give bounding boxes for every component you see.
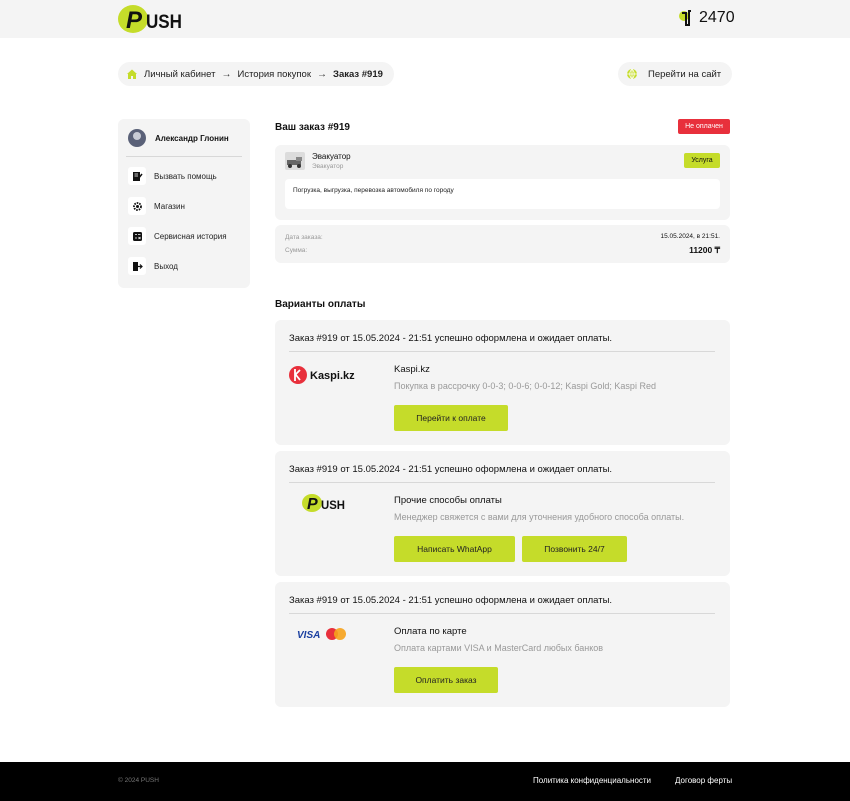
divider [289,482,715,483]
footer: © 2024 PUSH Политика конфиденциальности … [0,762,850,801]
offer-agreement-link[interactable]: Договор ферты [675,776,732,785]
card-logos: VISA [297,626,377,648]
sidebar-item-call-help[interactable]: Вызвать помощь [128,167,217,185]
visa-logo-text: VISA [297,630,320,641]
divider [126,156,242,157]
phone-number-text: 2470 [699,9,735,26]
svg-text:P: P [307,496,318,513]
item-description: Погрузка, выгрузка, перевозка автомобиля… [285,179,720,209]
item-category: Эвакуатор [312,163,344,170]
payment-option-header: Заказ #919 от 15.05.2024 - 21:51 успешно… [289,595,613,606]
order-item-card: Эвакуатор Эвакуатор Услуга Погрузка, выг… [275,145,730,220]
home-icon[interactable] [126,68,138,80]
sidebar-item-logout[interactable]: Выход [128,257,178,275]
sidebar-item-label: Сервисная история [154,231,227,241]
call-button[interactable]: Позвонить 24/7 [522,536,627,562]
sidebar-item-label: Вызвать помощь [154,171,217,181]
sidebar: Александр Глонин Вызвать помощь Магазин … [118,119,250,288]
status-badge: Не оплачен [678,119,730,134]
arrow-right-icon: → [221,68,232,80]
payment-option-name: Прочие способы оплаты [394,495,502,506]
payment-option-description: Менеджер свяжется с вами для уточнения у… [394,512,685,522]
payment-option-card: Заказ #919 от 15.05.2024 - 21:51 успешно… [275,582,730,707]
copyright: © 2024 PUSH [118,777,159,784]
calculator-icon [128,227,146,245]
svg-text:P: P [126,7,143,34]
order-summary: Дата заказа: Сумма: 15.05.2024, в 21:51.… [275,225,730,263]
payment-section-title: Варианты оплаты [275,299,366,310]
svg-text:USH: USH [146,12,182,33]
date-value: 15.05.2024, в 21:51. [660,233,720,240]
kaspi-logo: Kaspi.kz [289,364,369,386]
push-logo: P USH [302,493,382,515]
go-to-site-label: Перейти на сайт [648,68,722,80]
divider [289,351,715,352]
payment-option-description: Покупка в рассрочку 0-0-3; 0-0-6; 0-0-12… [394,381,656,391]
push-logo[interactable]: P USH [118,4,184,34]
payment-option-name: Kaspi.kz [394,364,430,375]
pay-order-button[interactable]: Оплатить заказ [394,667,498,693]
go-to-payment-button[interactable]: Перейти к оплате [394,405,508,431]
globe-icon [627,68,637,80]
document-edit-icon [128,167,146,185]
payment-option-name: Оплата по карте [394,626,467,637]
payment-option-header: Заказ #919 от 15.05.2024 - 21:51 успешно… [289,464,613,475]
payment-option-header: Заказ #919 от 15.05.2024 - 21:51 успешно… [289,333,613,344]
phone-logo-icon [679,10,691,26]
breadcrumb-cabinet[interactable]: Личный кабинет [144,69,215,80]
sum-label: Сумма: [285,247,308,254]
payment-option-description: Оплата картами VISA и MasterCard любых б… [394,643,604,653]
payment-option-kaspi: Заказ #919 от 15.05.2024 - 21:51 успешно… [275,320,730,445]
item-name: Эвакуатор [312,152,351,161]
header: P USH 2470 [0,0,850,38]
divider [289,613,715,614]
order-title: Ваш заказ #919 [275,122,350,133]
avatar [128,129,146,147]
kaspi-logo-text: Kaspi.kz [310,370,355,382]
logout-icon [128,257,146,275]
breadcrumb-current: Заказ #919 [333,68,383,80]
whatsapp-button[interactable]: Написать WhatApp [394,536,515,562]
sum-value: 11200 ₸ [689,245,720,255]
user-profile[interactable]: Александр Глонин [128,129,229,147]
privacy-policy-link[interactable]: Политика конфиденциальности [533,776,651,785]
sidebar-item-label: Магазин [154,201,185,211]
sidebar-item-service-history[interactable]: Сервисная история [128,227,227,245]
phone-number[interactable]: 2470 [678,9,735,27]
tow-truck-thumbnail [285,152,305,170]
payment-option-other: Заказ #919 от 15.05.2024 - 21:51 успешно… [275,451,730,576]
sidebar-item-label: Выход [154,261,178,271]
date-label: Дата заказа: [285,234,323,241]
svg-text:USH: USH [321,498,345,512]
breadcrumb: Личный кабинет → История покупок → Заказ… [118,62,394,86]
item-type-badge: Услуга [684,153,720,168]
go-to-site-button[interactable]: Перейти на сайт [618,62,732,86]
user-name: Александр Глонин [155,133,229,143]
gear-icon [128,197,146,215]
breadcrumb-history[interactable]: История покупок [237,69,311,80]
arrow-right-icon: → [317,68,327,80]
sidebar-item-shop[interactable]: Магазин [128,197,185,215]
